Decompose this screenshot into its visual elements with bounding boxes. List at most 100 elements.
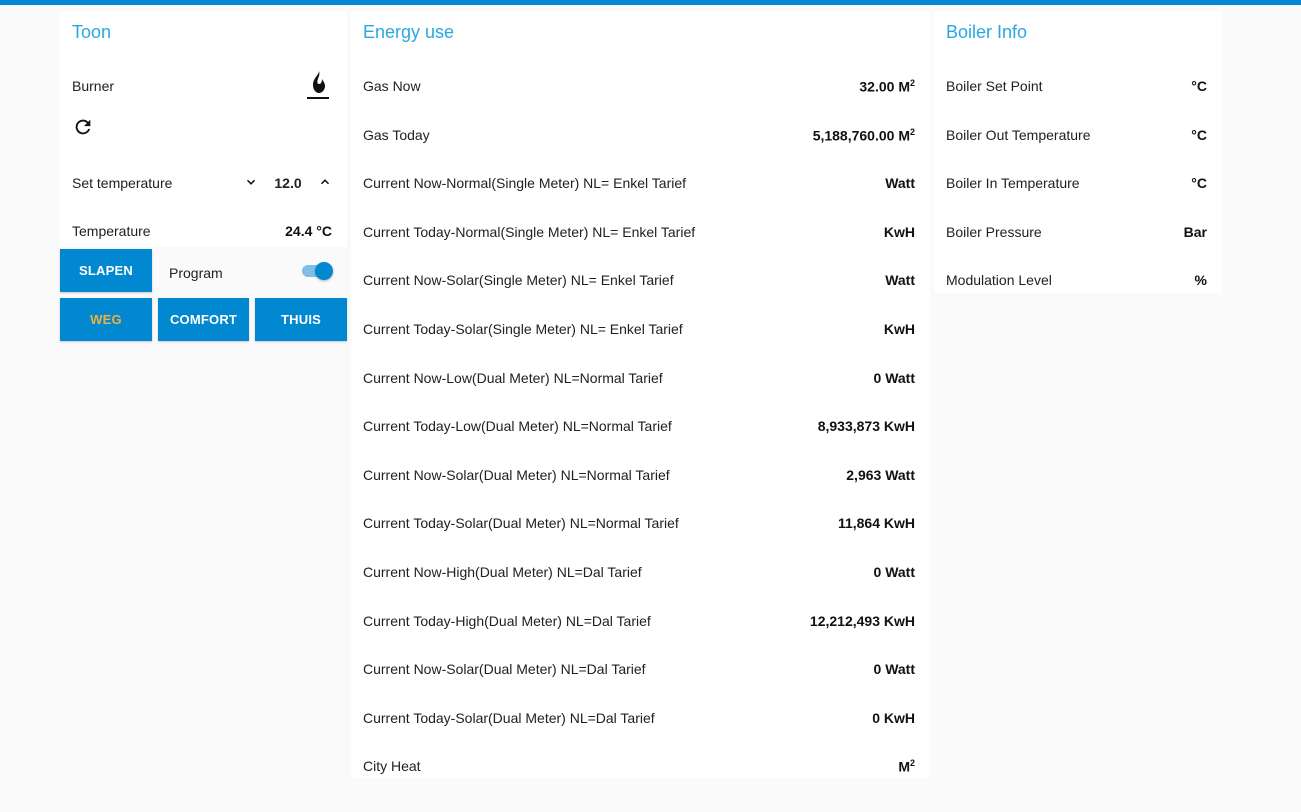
energy-row: Current Today-High(Dual Meter) NL=Dal Ta… — [363, 610, 915, 634]
energy-row-label: Current Now-Low(Dual Meter) NL=Normal Ta… — [363, 369, 663, 386]
energy-row-value-superscript: 2 — [909, 758, 915, 769]
energy-row: Current Now-Solar(Dual Meter) NL=Dal Tar… — [363, 658, 915, 682]
weg-button[interactable]: WEG — [60, 298, 152, 341]
program-label: Program — [169, 265, 223, 281]
set-temperature-row: Set temperature 12.0 — [72, 172, 332, 196]
burner-row: Burner — [72, 71, 332, 99]
boiler-row: Boiler Pressure Bar — [946, 221, 1207, 245]
energy-row-label: Current Today-Solar(Single Meter) NL= En… — [363, 321, 683, 337]
energy-row-value: KwH — [884, 321, 915, 337]
energy-row-value-text: Watt — [885, 272, 915, 289]
boiler-row-value-text: °C — [1191, 126, 1207, 143]
boiler-row-value-text: Bar — [1183, 223, 1207, 240]
boiler-row-value: °C — [1191, 175, 1207, 191]
energy-row-label: Current Now-Solar(Dual Meter) NL=Dal Tar… — [363, 661, 646, 678]
toon-card-title: Toon — [72, 22, 112, 42]
energy-row-value: 0 Watt — [874, 564, 915, 580]
boiler-row-value: % — [1195, 272, 1207, 288]
energy-row-value-text: 0 Watt — [873, 369, 915, 386]
energy-row-value: 2,963 Watt — [846, 467, 915, 483]
energy-row-value-text: 8,933,873 KwH — [817, 418, 915, 435]
slapen-button[interactable]: SLAPEN — [60, 249, 152, 292]
boiler-row-label: Boiler Pressure — [946, 223, 1042, 240]
energy-row-value: 8,933,873 KwH — [818, 418, 915, 434]
energy-row-label: City Heat — [363, 758, 421, 775]
energy-row: Current Now-Low(Dual Meter) NL=Normal Ta… — [363, 367, 915, 391]
energy-row-value-superscript: 2 — [909, 126, 915, 137]
energy-row-label: Current Now-Normal(Single Meter) NL= Enk… — [363, 175, 687, 192]
energy-row-value-text: 0 Watt — [873, 661, 915, 678]
energy-row-value: 32.00 M2 — [859, 78, 915, 95]
toon-card: Toon Burner Set temperature 12.0 Tempera… — [60, 11, 347, 343]
energy-row-label: Current Today-Normal(Single Meter) NL= E… — [363, 223, 696, 240]
boiler-row: Boiler Out Temperature °C — [946, 124, 1207, 148]
energy-row-value-text: 0 Watt — [873, 564, 915, 580]
boiler-row-value: °C — [1191, 78, 1207, 94]
energy-row: Current Now-Solar(Single Meter) NL= Enke… — [363, 269, 915, 293]
thuis-button[interactable]: THUIS — [255, 298, 347, 341]
energy-row: Current Today-Low(Dual Meter) NL=Normal … — [363, 415, 915, 439]
energy-row: Current Today-Solar(Dual Meter) NL=Norma… — [363, 512, 915, 536]
energy-row-label: Gas Now — [363, 78, 421, 94]
energy-row-value: 5,188,760.00 M2 — [813, 127, 915, 144]
boiler-row: Modulation Level% — [946, 269, 1207, 293]
top-header-bar — [0, 0, 1301, 5]
boiler-row: Boiler Set Point °C — [946, 75, 1207, 99]
energy-row-value: KwH — [884, 224, 915, 240]
flame-icon — [307, 71, 329, 99]
energy-row-label: Current Today-Solar(Dual Meter) NL=Norma… — [363, 515, 679, 532]
energy-row-value-text: M — [898, 759, 910, 776]
energy-use-card: Energy use Gas Now 32.00 M2 Gas Today 5,188… — [351, 11, 930, 778]
temperature-value: 24.4 °C — [285, 223, 332, 239]
energy-row: Current Today-Solar(Dual Meter) NL=Dal T… — [363, 707, 915, 731]
energy-row-value: 0 Watt — [874, 661, 915, 677]
boiler-info-card: Boiler Info Boiler Set Point °C Boiler Out… — [934, 11, 1222, 293]
temperature-row: Temperature 24.4 °C — [72, 220, 332, 244]
energy-row-label: Current Today-Solar(Dual Meter) NL=Dal T… — [363, 709, 655, 726]
boiler-row-value-text: % — [1194, 272, 1207, 289]
energy-row-value-superscript: 2 — [909, 78, 915, 88]
set-temperature-stepper: 12.0 — [244, 172, 332, 196]
energy-row-label: Current Today-Low(Dual Meter) NL=Normal … — [363, 418, 672, 435]
refresh-icon[interactable] — [72, 116, 94, 138]
energy-row: Current Today-Normal(Single Meter) NL= E… — [363, 221, 915, 245]
energy-row: Current Now-High(Dual Meter) NL=Dal Tari… — [363, 561, 915, 585]
energy-row-value-text: 12,212,493 KwH — [809, 612, 915, 629]
program-toggle[interactable] — [300, 261, 334, 281]
energy-row-value-text: 2,963 Watt — [846, 466, 915, 483]
energy-row-value: 0 KwH — [872, 710, 915, 726]
energy-row: Current Today-Solar(Single Meter) NL= En… — [363, 318, 915, 342]
energy-row-value-text: 5,188,760.00 M — [812, 127, 910, 144]
chevron-up-icon[interactable] — [318, 175, 332, 189]
program-toggle-knob — [315, 262, 333, 280]
energy-row-value: Watt — [885, 175, 915, 191]
energy-row-label: Gas Today — [363, 126, 430, 143]
boiler-info-card-title: Boiler Info — [946, 22, 1028, 42]
chevron-down-icon[interactable] — [244, 175, 258, 189]
energy-row-value-text: 32.00 M — [859, 78, 910, 95]
energy-row-value-text: 11,864 KwH — [837, 515, 915, 532]
energy-row-value-text: KwH — [883, 223, 915, 240]
energy-row-value: Watt — [885, 272, 915, 288]
boiler-row-label: Boiler Out Temperature — [946, 126, 1091, 143]
energy-row: Current Now-Normal(Single Meter) NL= Enk… — [363, 172, 915, 196]
energy-row-label: Current Now-Solar(Single Meter) NL= Enke… — [363, 272, 674, 289]
energy-row-value-text: KwH — [883, 321, 915, 337]
energy-row-label: Current Now-High(Dual Meter) NL=Dal Tari… — [363, 564, 642, 580]
energy-row-label: Current Today-High(Dual Meter) NL=Dal Ta… — [363, 612, 651, 629]
set-temperature-value: 12.0 — [274, 175, 302, 191]
set-temperature-label: Set temperature — [72, 175, 173, 191]
boiler-row-label: Modulation Level — [946, 272, 1052, 289]
boiler-row-label: Boiler In Temperature — [946, 175, 1080, 192]
energy-row-value: 11,864 KwH — [838, 515, 915, 531]
energy-row-value: 12,212,493 KwH — [810, 613, 915, 629]
energy-row-value-text: 0 KwH — [872, 709, 915, 726]
energy-row: City Heat M2 — [363, 755, 915, 779]
comfort-button[interactable]: COMFORT — [158, 298, 249, 341]
boiler-row-value: °C — [1191, 127, 1207, 143]
energy-row: Gas Today 5,188,760.00 M2 — [363, 124, 915, 148]
energy-row-value-text: Watt — [885, 175, 915, 192]
burner-label: Burner — [72, 78, 115, 94]
energy-row: Current Now-Solar(Dual Meter) NL=Normal … — [363, 464, 915, 488]
boiler-row-value: Bar — [1184, 224, 1207, 240]
